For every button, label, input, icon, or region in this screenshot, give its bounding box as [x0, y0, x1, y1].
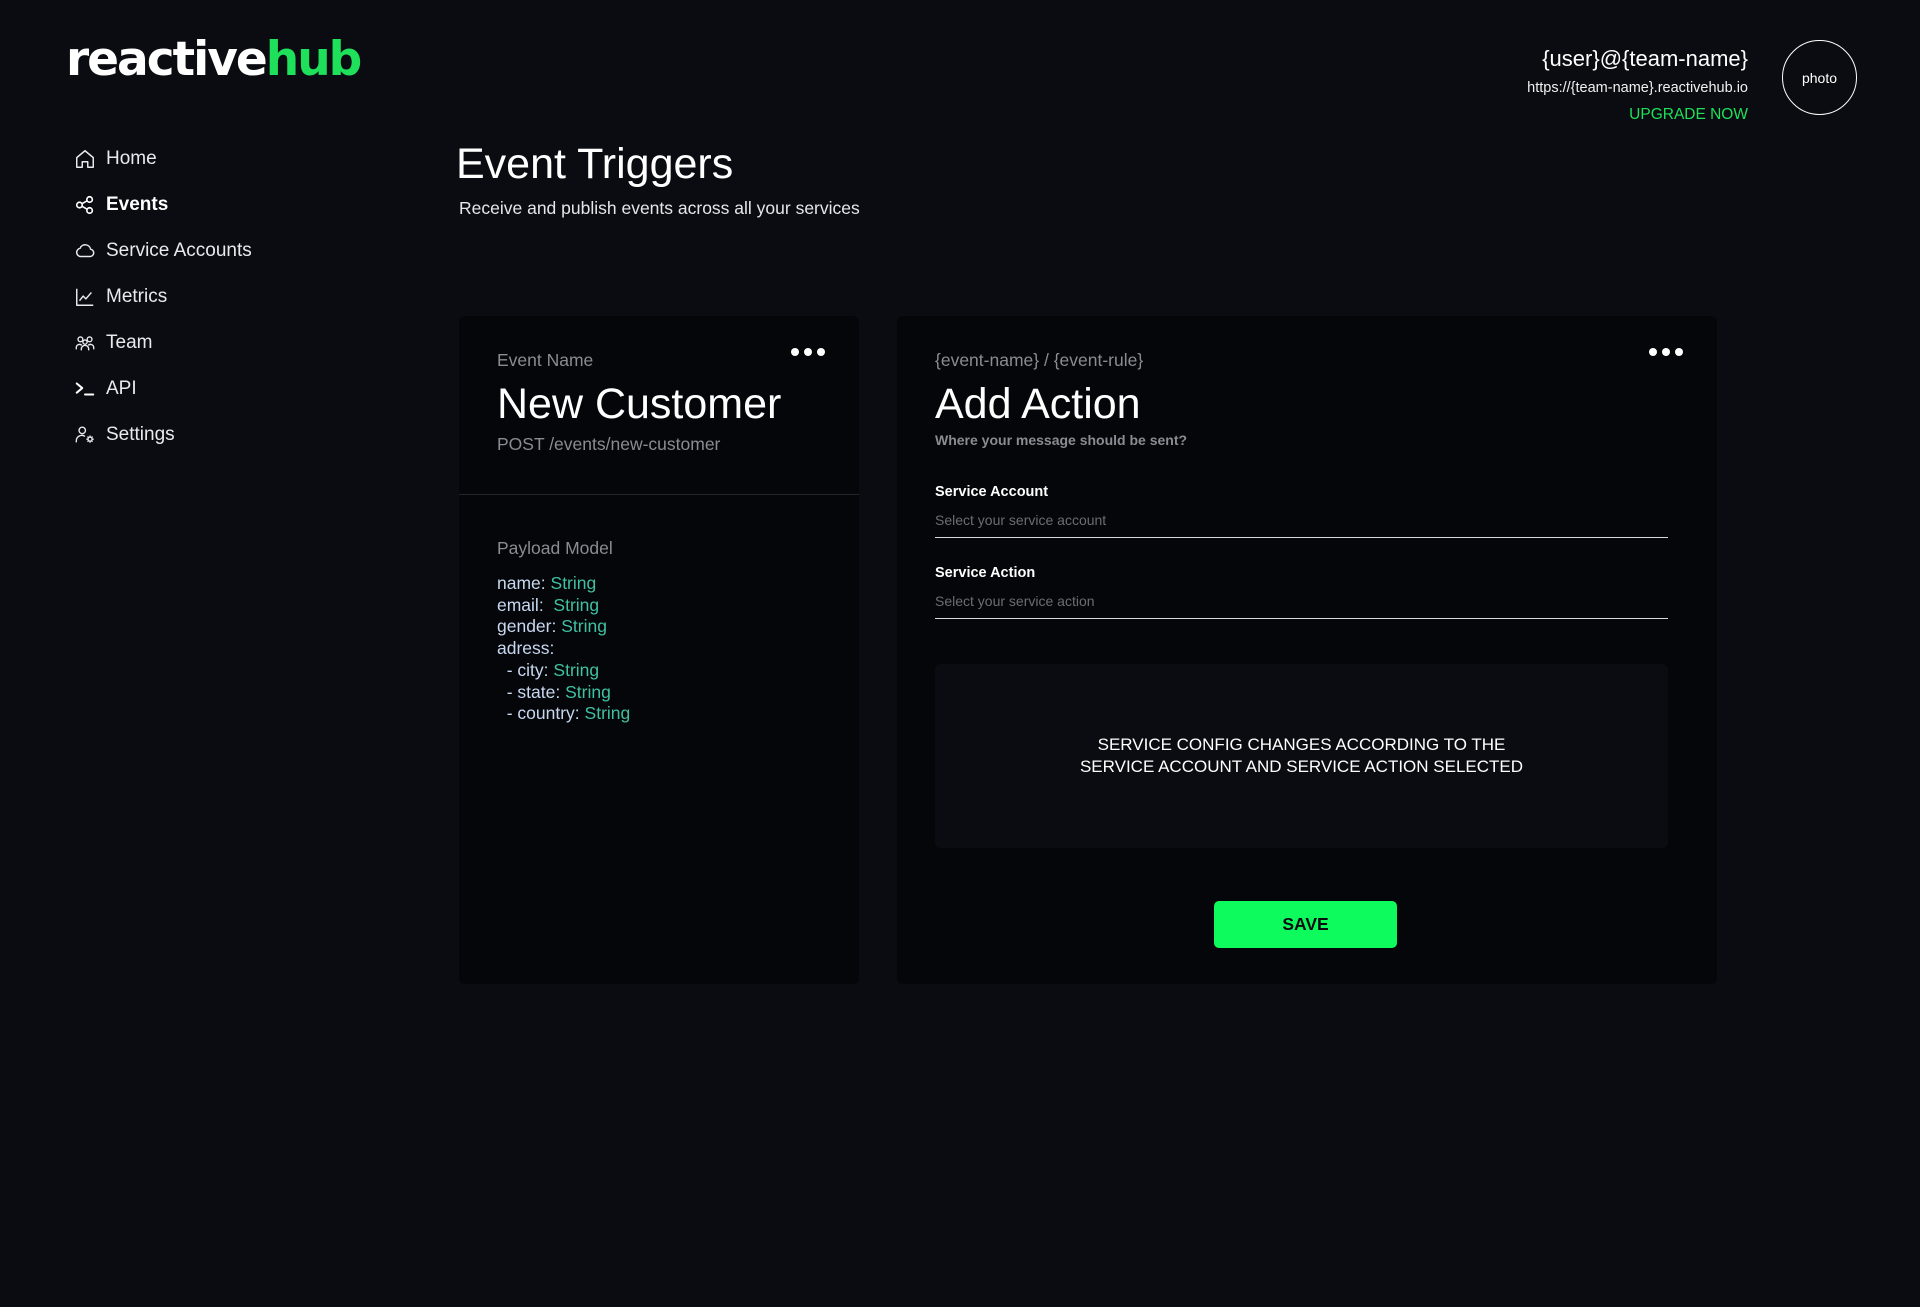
- more-dot-icon: [1649, 348, 1657, 356]
- payload-field: - country: String: [497, 703, 631, 725]
- more-dot-icon: [791, 348, 799, 356]
- event-more-options-button[interactable]: [787, 344, 829, 360]
- divider: [459, 494, 859, 495]
- sidebar-item-events[interactable]: Events: [74, 182, 394, 228]
- more-dot-icon: [1662, 348, 1670, 356]
- payload-type: String: [550, 573, 597, 593]
- event-title: New Customer: [497, 380, 782, 428]
- sidebar-item-settings[interactable]: Settings: [74, 412, 394, 458]
- service-account-label: Service Account: [935, 484, 1049, 500]
- terminal-icon: [74, 378, 96, 400]
- action-more-options-button[interactable]: [1645, 344, 1687, 360]
- more-dot-icon: [817, 348, 825, 356]
- event-card: Event Name New Customer POST /events/new…: [459, 316, 859, 984]
- payload-model-label: Payload Model: [497, 538, 613, 558]
- payload-key: gender:: [497, 616, 557, 637]
- user-name: {user}@{team-name}: [1542, 46, 1748, 71]
- sidebar-item-label: Events: [106, 194, 169, 215]
- payload-type: String: [553, 659, 600, 680]
- add-action-card: {event-name} / {event-rule} Add Action W…: [897, 316, 1717, 984]
- sidebar: Home Events Service Accounts Metrics Tea…: [74, 136, 394, 458]
- avatar[interactable]: photo: [1782, 40, 1857, 115]
- home-icon: [74, 148, 96, 170]
- share-icon: [74, 194, 96, 216]
- payload-key: - city:: [497, 659, 549, 680]
- cloud-icon: [74, 240, 96, 262]
- service-account-input[interactable]: [935, 508, 1668, 538]
- sidebar-item-service-accounts[interactable]: Service Accounts: [74, 228, 394, 274]
- sidebar-item-api[interactable]: API: [74, 366, 394, 412]
- avatar-label: photo: [1801, 69, 1838, 86]
- service-config-panel: SERVICE CONFIG CHANGES ACCORDING TO THE …: [935, 664, 1668, 848]
- sidebar-item-home[interactable]: Home: [74, 136, 394, 182]
- user-info: {user}@{team-name} https://{team-name}.r…: [1527, 46, 1748, 124]
- user-gear-icon: [74, 424, 96, 446]
- payload-key: - state:: [497, 681, 561, 702]
- chart-icon: [74, 286, 96, 308]
- logo[interactable]: reactivehub: [66, 30, 363, 90]
- upgrade-now-link[interactable]: UPGRADE NOW: [1629, 106, 1748, 124]
- logo-text-hub: hub: [265, 32, 363, 87]
- service-action-field: Service Action: [935, 565, 1668, 619]
- more-dot-icon: [1675, 348, 1683, 356]
- service-action-label: Service Action: [935, 565, 1036, 581]
- payload-field: gender: String: [497, 616, 630, 638]
- payload-type: String: [565, 681, 611, 702]
- sidebar-item-label: Settings: [106, 424, 175, 445]
- sidebar-item-label: Service Accounts: [106, 240, 252, 261]
- payload-field: - state: String: [497, 682, 630, 704]
- add-action-hint: Where your message should be sent?: [935, 432, 1188, 448]
- sidebar-item-label: Metrics: [106, 286, 168, 307]
- sidebar-item-label: Team: [106, 332, 153, 353]
- payload-field: email: String: [497, 595, 630, 617]
- payload-key: adress:: [497, 638, 555, 659]
- event-name-label: Event Name: [497, 350, 594, 370]
- service-config-text: SERVICE CONFIG CHANGES ACCORDING TO THE …: [1079, 735, 1524, 776]
- payload-list: name: String email: String gender: Strin…: [497, 573, 630, 725]
- event-rule-path: {event-name} / {event-rule}: [935, 350, 1144, 370]
- payload-type: String: [561, 616, 607, 637]
- payload-field: - city: String: [497, 660, 630, 682]
- payload-type: String: [553, 594, 600, 615]
- more-dot-icon: [804, 348, 812, 356]
- payload-key: name:: [497, 573, 546, 593]
- event-endpoint: POST /events/new-customer: [497, 434, 721, 454]
- sidebar-item-label: API: [106, 378, 137, 399]
- sidebar-item-label: Home: [106, 148, 157, 169]
- payload-key: email:: [497, 594, 549, 615]
- payload-field: name: String: [497, 573, 630, 595]
- sidebar-item-team[interactable]: Team: [74, 320, 394, 366]
- save-button[interactable]: SAVE: [1214, 901, 1397, 948]
- page-title: Event Triggers: [456, 140, 734, 188]
- service-action-input[interactable]: [935, 589, 1668, 619]
- payload-key: - country:: [497, 703, 580, 724]
- logo-text-reactive: reactive: [66, 32, 268, 87]
- payload-field: adress:: [497, 638, 630, 660]
- service-account-field: Service Account: [935, 484, 1668, 538]
- sidebar-item-metrics[interactable]: Metrics: [74, 274, 394, 320]
- team-url[interactable]: https://{team-name}.reactivehub.io: [1527, 80, 1748, 96]
- add-action-title: Add Action: [935, 380, 1141, 428]
- payload-type: String: [584, 703, 631, 724]
- page-subtitle: Receive and publish events across all yo…: [459, 198, 860, 218]
- team-icon: [74, 332, 96, 354]
